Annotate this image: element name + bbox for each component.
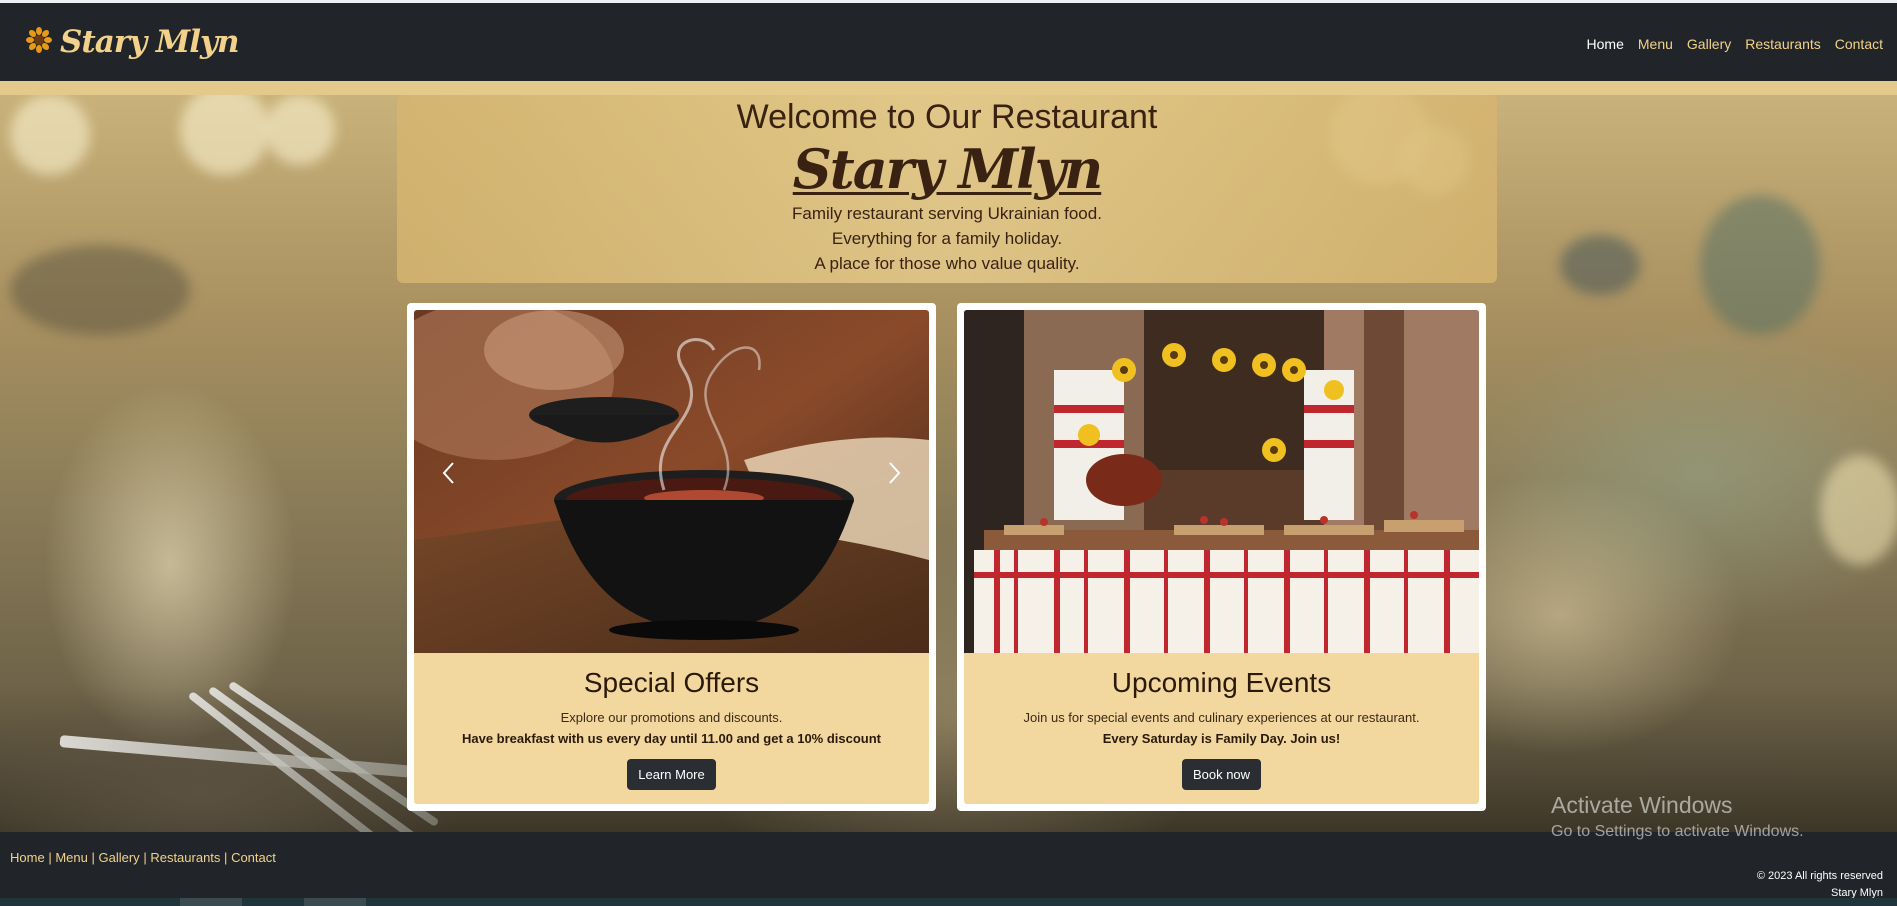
nav-contact[interactable]: Contact <box>1835 36 1883 52</box>
soup-carousel <box>414 310 929 653</box>
card-highlight: Every Saturday is Family Day. Join us! <box>1102 731 1341 746</box>
footer-link-home[interactable]: Home <box>10 850 45 865</box>
special-offers-card: Special Offers Explore our promotions an… <box>407 303 936 811</box>
upcoming-events-card: Upcoming Events Join us for special even… <box>957 303 1486 811</box>
taskbar-strip <box>0 898 1897 906</box>
soup-image <box>414 310 929 653</box>
book-now-button[interactable]: Book now <box>1181 759 1262 790</box>
nav-menu[interactable]: Menu <box>1638 36 1673 52</box>
nav-links: Home Menu Gallery Restaurants Contact <box>1587 36 1883 52</box>
copyright-text: © 2023 All rights reserved <box>1756 870 1883 882</box>
footer-links: Home | Menu | Gallery | Restaurants | Co… <box>10 850 276 865</box>
card-highlight: Have breakfast with us every day until 1… <box>461 731 882 746</box>
chevron-left-icon <box>441 461 457 490</box>
header-band <box>0 81 1897 95</box>
welcome-heading: Welcome to Our Restaurant <box>736 98 1158 136</box>
nav-gallery[interactable]: Gallery <box>1687 36 1731 52</box>
footer-link-contact[interactable]: Contact <box>231 850 276 865</box>
brand-name: Stary Mlyn <box>60 24 240 60</box>
footer-link-gallery[interactable]: Gallery <box>99 850 140 865</box>
chevron-right-icon <box>886 461 902 490</box>
carousel-prev-button[interactable] <box>434 455 464 495</box>
welcome-line-2: Everything for a family holiday. <box>831 229 1063 248</box>
nav-restaurants[interactable]: Restaurants <box>1745 36 1820 52</box>
navbar: Stary Mlyn Home Menu Gallery Restaurants… <box>0 3 1897 81</box>
brand-link[interactable]: Stary Mlyn <box>26 24 240 60</box>
card-title: Special Offers <box>583 667 760 698</box>
watermark-title: Activate Windows <box>1551 792 1733 818</box>
welcome-line-3: A place for those who value quality. <box>814 254 1080 273</box>
watermark-subtitle: Go to Settings to activate Windows. <box>1551 823 1804 840</box>
nav-home[interactable]: Home <box>1587 36 1624 52</box>
sunflower-icon <box>26 26 52 58</box>
card-description: Join us for special events and culinary … <box>1023 710 1420 725</box>
copyright: © 2023 All rights reserved Stary Mlyn <box>1757 868 1883 902</box>
learn-more-button[interactable]: Learn More <box>627 759 716 790</box>
card-title: Upcoming Events <box>1111 667 1332 698</box>
carousel-next-button[interactable] <box>879 455 909 495</box>
welcome-line-1: Family restaurant serving Ukrainian food… <box>792 204 1102 223</box>
event-image-frame <box>964 310 1479 653</box>
footer-link-restaurants[interactable]: Restaurants <box>150 850 220 865</box>
event-table-image <box>964 310 1479 653</box>
card-description: Explore our promotions and discounts. <box>560 710 783 725</box>
footer-link-menu[interactable]: Menu <box>55 850 88 865</box>
welcome-banner: Welcome to Our Restaurant Stary Mlyn Fam… <box>397 95 1497 283</box>
restaurant-name: Stary Mlyn <box>792 137 1103 201</box>
activate-windows-watermark: Activate Windows Go to Settings to activ… <box>1551 792 1804 841</box>
footer: Home | Menu | Gallery | Restaurants | Co… <box>0 832 1897 906</box>
